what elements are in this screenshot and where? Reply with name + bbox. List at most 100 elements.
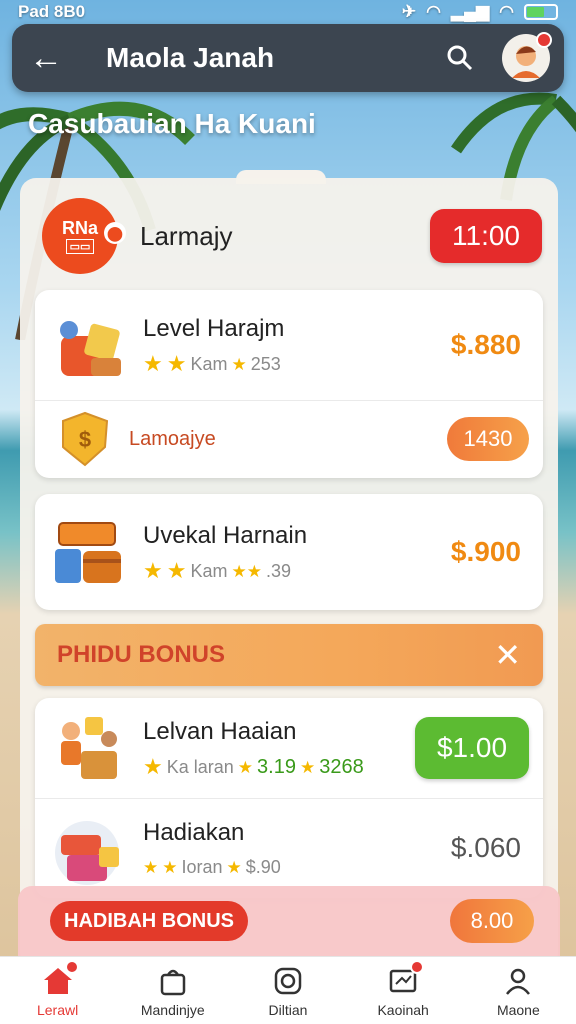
- backpack-icon: [51, 306, 129, 384]
- wifi-icon: ◠: [499, 2, 514, 21]
- nav-label: Lerawl: [36, 1001, 79, 1018]
- notification-badge: [410, 959, 425, 974]
- item-name: Uvekal Harnain: [143, 522, 308, 549]
- nav-item-profile[interactable]: Maone: [468, 964, 568, 1018]
- item-price: $.060: [450, 832, 521, 863]
- gift-stack-icon: [51, 809, 129, 887]
- battery-icon: [524, 4, 558, 20]
- item-price: $.880: [450, 329, 521, 360]
- item-card: Uvekal Harnain ★ ★ Kam ★★ .39 $.900: [35, 494, 543, 610]
- star-icon: ★: [231, 354, 247, 374]
- item-text: Hadiakan ★ ★ Ioran ★ $.90: [143, 819, 451, 878]
- battery-fill: [527, 7, 544, 17]
- nav-label: Mandinjye: [140, 1001, 205, 1018]
- timer-button[interactable]: 11:00: [430, 209, 542, 263]
- notification-badge: [64, 959, 79, 974]
- star-icon: ★: [299, 757, 316, 777]
- store-name: Larmajy: [140, 220, 233, 251]
- header-row: RNa ▭▭ ⬤ Larmajy 11:00: [22, 196, 552, 276]
- item-meta-label: Kam: [190, 353, 228, 374]
- list-item[interactable]: Uvekal Harnain ★ ★ Kam ★★ .39 $.900: [35, 494, 543, 610]
- coin-shield-icon: $: [55, 409, 115, 469]
- nav-item-circle[interactable]: Diltian: [238, 964, 338, 1018]
- list-item[interactable]: Lelvan Haaian ★ Ka laran ★ 3.19 ★ 3268 $…: [35, 698, 543, 798]
- nav-label: Kaoinah: [377, 1001, 429, 1018]
- nav-item-home[interactable]: Lerawl: [8, 959, 108, 1018]
- item-meta-value: .39: [265, 560, 291, 581]
- star-icon: ★: [143, 558, 163, 583]
- item-name: Lamoajye: [129, 427, 216, 450]
- status-icons: ✈ ◠ ▂▄▆ ◠: [402, 2, 558, 22]
- item-meta: ★ ★ Kam ★ 253: [143, 353, 451, 375]
- airplane-icon: ✈: [401, 2, 417, 21]
- footer-bonus-tag[interactable]: HADIBAH BONUS: [50, 901, 248, 941]
- wifi-icon: ◠: [426, 2, 441, 21]
- avatar[interactable]: [502, 32, 552, 82]
- circle-icon: [271, 964, 305, 998]
- star-icon: ★: [143, 754, 163, 779]
- item-text: Uvekal Harnain ★ ★ Kam ★★ .39: [143, 522, 451, 582]
- logo-text: RNa: [61, 218, 98, 238]
- bottom-nav: Lerawl Mandinjye Diltian Kaoinah Maone: [0, 956, 576, 1024]
- message-icon: [386, 959, 425, 998]
- star-icon: ★: [162, 857, 178, 877]
- back-arrow-icon[interactable]: ←: [26, 38, 66, 78]
- item-price: $.900: [450, 536, 521, 567]
- bag-icon: [156, 964, 190, 998]
- item-meta-value: $.90: [245, 856, 281, 877]
- signal-icon: ▂▄▆: [450, 2, 490, 21]
- item-text: Level Harajm ★ ★ Kam ★ 253: [143, 315, 451, 375]
- svg-text:$: $: [79, 427, 91, 452]
- star-icon: ★: [143, 351, 163, 376]
- item-meta-value: 253: [250, 353, 281, 374]
- item-card: Level Harajm ★ ★ Kam ★ 253 $.880 $ Lamoa…: [35, 290, 543, 478]
- bonus-banner-label: PHIDU BONUS: [57, 641, 226, 668]
- item-meta-label: Ka laran: [166, 756, 234, 777]
- shop-crate-icon: [51, 513, 129, 591]
- profile-icon: [501, 964, 535, 998]
- item-meta: ★ ★ Ioran ★ $.90: [143, 857, 451, 878]
- nav-item-bag[interactable]: Mandinjye: [123, 964, 223, 1018]
- item-meta: ★ Ka laran ★ 3.19 ★ 3268: [143, 756, 415, 779]
- store-logo: RNa ▭▭ ⬤: [42, 198, 126, 274]
- star-icon: ★: [143, 857, 159, 877]
- star-icon: ★: [237, 757, 254, 777]
- item-meta-value: 3.19: [257, 755, 296, 778]
- item-meta-label: Kam: [190, 560, 228, 581]
- notification-badge: [536, 32, 552, 48]
- buy-button[interactable]: $1.00: [415, 717, 529, 779]
- item-name: Hadiakan: [143, 818, 245, 846]
- item-card: Lelvan Haaian ★ Ka laran ★ 3.19 ★ 3268 $…: [35, 698, 543, 898]
- item-badge[interactable]: 1430: [447, 417, 529, 461]
- item-meta-value-2: 3268: [319, 755, 364, 778]
- footer-bonus-bar: HADIBAH BONUS 8.00: [18, 886, 560, 956]
- list-item[interactable]: Level Harajm ★ ★ Kam ★ 253 $.880: [35, 290, 543, 400]
- item-name: Level Harajm: [143, 315, 285, 342]
- page-title: Maola Janah: [106, 42, 275, 73]
- logo-pill-icon: ⬤: [104, 222, 126, 244]
- item-text: Lamoajye: [129, 428, 447, 451]
- item-meta: ★ ★ Kam ★★ .39: [143, 560, 451, 582]
- star-icon: ★★: [231, 561, 262, 581]
- nav-label: Diltian: [268, 1001, 308, 1018]
- list-item[interactable]: Hadiakan ★ ★ Ioran ★ $.90 $.060: [35, 799, 543, 897]
- list-item[interactable]: $ Lamoajye 1430: [35, 401, 543, 477]
- bonus-banner[interactable]: PHIDU BONUS ✕: [35, 624, 543, 686]
- people-box-icon: [51, 709, 129, 787]
- nav-label: Maone: [496, 1001, 540, 1018]
- section-title: Casubauian Ha Kuani: [28, 108, 316, 139]
- star-icon: ★: [166, 351, 187, 376]
- status-carrier: Pad 8B0: [18, 2, 86, 21]
- footer-bonus-value[interactable]: 8.00: [450, 899, 534, 943]
- item-name: Lelvan Haaian: [143, 717, 297, 745]
- item-text: Lelvan Haaian ★ Ka laran ★ 3.19 ★ 3268: [143, 718, 415, 779]
- nav-item-messages[interactable]: Kaoinah: [353, 959, 453, 1018]
- item-meta-label: Ioran: [181, 856, 223, 877]
- star-icon: ★: [166, 558, 187, 583]
- close-icon[interactable]: ✕: [494, 636, 521, 674]
- home-icon: [41, 959, 79, 998]
- status-bar: Pad 8B0 ✈ ◠ ▂▄▆ ◠: [0, 0, 576, 24]
- app-bar: ← Maola Janah: [12, 24, 564, 92]
- logo-subtext: ▭▭: [65, 239, 95, 254]
- search-icon[interactable]: [438, 36, 482, 80]
